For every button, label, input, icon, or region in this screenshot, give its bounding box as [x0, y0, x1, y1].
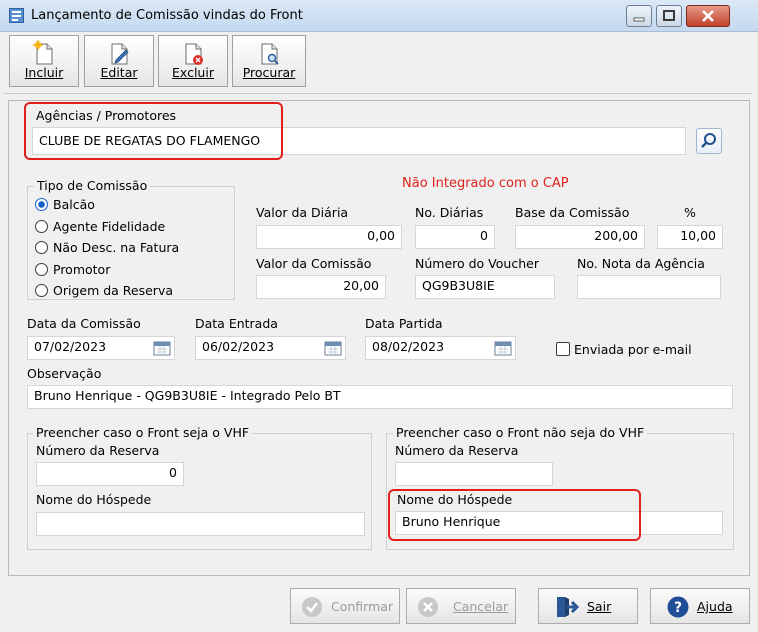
radio-nao-desc-fatura-label: Não Desc. na Fatura: [53, 240, 180, 255]
data-partida-label: Data Partida: [365, 316, 443, 331]
maximize-button[interactable]: [656, 5, 682, 27]
radio-origem-reserva[interactable]: [35, 284, 48, 297]
search-document-icon: [261, 43, 279, 65]
valor-diaria-label: Valor da Diária: [256, 205, 349, 220]
vhf-numero-reserva-label: Número da Reserva: [36, 443, 160, 458]
minimize-icon: [633, 17, 645, 22]
highlight-agencias: [24, 102, 283, 160]
new-document-icon: [33, 40, 53, 65]
radio-promotor-label: Promotor: [53, 262, 111, 277]
app-form-icon: [9, 8, 24, 23]
exit-icon: [557, 597, 579, 617]
confirmar-label: Confirmar: [331, 599, 394, 614]
toolbar-divider: [4, 93, 752, 94]
calendar-icon[interactable]: [494, 340, 512, 356]
radio-promotor[interactable]: [35, 263, 48, 276]
agencias-search-button[interactable]: [696, 128, 722, 154]
base-comissao-input[interactable]: 200,00: [515, 225, 645, 249]
numero-voucher-label: Número do Voucher: [415, 256, 539, 271]
incluir-label: Incluir: [24, 65, 64, 80]
radio-balcao-label: Balcão: [53, 197, 95, 212]
data-entrada-label: Data Entrada: [195, 316, 278, 331]
percent-input[interactable]: 10,00: [657, 225, 723, 249]
observacao-label: Observação: [27, 366, 102, 381]
editar-label: Editar: [100, 65, 138, 80]
sair-label: Sair: [587, 599, 612, 614]
vhf-nome-hospede-label: Nome do Hóspede: [36, 492, 152, 507]
confirmar-button[interactable]: Confirmar: [290, 588, 400, 624]
nota-agencia-input[interactable]: [577, 275, 721, 299]
nao-vhf-group-title: Preencher caso o Front não seja do VHF: [393, 425, 648, 440]
no-diarias-input[interactable]: 0: [415, 225, 495, 249]
tipo-comissao-title: Tipo de Comissão: [34, 178, 151, 193]
search-icon: [701, 133, 716, 148]
editar-button[interactable]: Editar: [84, 35, 154, 87]
excluir-button[interactable]: Excluir: [158, 35, 228, 87]
highlight-nome-hospede: [388, 489, 641, 541]
enviada-email-label: Enviada por e-mail: [574, 342, 692, 357]
nota-agencia-label: No. Nota da Agência: [577, 256, 705, 271]
nao-vhf-numero-reserva-input[interactable]: [395, 462, 553, 486]
radio-origem-reserva-label: Origem da Reserva: [53, 283, 174, 298]
check-circle-icon: [302, 597, 322, 617]
minimize-button[interactable]: [626, 5, 652, 27]
valor-diaria-input[interactable]: 0,00: [256, 225, 402, 249]
procurar-label: Procurar: [242, 65, 296, 80]
edit-document-icon: [111, 43, 129, 65]
cancelar-label: Cancelar: [453, 599, 509, 614]
x-circle-icon: [418, 597, 438, 617]
calendar-icon[interactable]: [153, 340, 171, 356]
data-comissao-label: Data da Comissão: [27, 316, 141, 331]
incluir-button[interactable]: Incluir: [9, 35, 79, 87]
sair-button[interactable]: Sair: [538, 588, 638, 624]
close-icon: [702, 10, 714, 22]
enviada-email-checkbox[interactable]: [556, 342, 570, 356]
valor-comissao-label: Valor da Comissão: [256, 256, 372, 271]
base-comissao-label: Base da Comissão: [515, 205, 630, 220]
radio-nao-desc-fatura[interactable]: [35, 241, 48, 254]
window-title: Lançamento de Comissão vindas do Front: [31, 8, 303, 23]
vhf-numero-reserva-input[interactable]: 0: [36, 462, 184, 486]
no-diarias-label: No. Diárias: [415, 205, 484, 220]
vhf-nome-hospede-input[interactable]: [36, 512, 365, 536]
help-icon: ?: [667, 596, 689, 618]
procurar-button[interactable]: Procurar: [232, 35, 306, 87]
radio-agente-fidelidade[interactable]: [35, 220, 48, 233]
integration-status: Não Integrado com o CAP: [402, 176, 569, 191]
observacao-input[interactable]: Bruno Henrique - QG9B3U8IE - Integrado P…: [27, 385, 733, 409]
delete-document-icon: [185, 43, 203, 65]
ajuda-label: Ajuda: [697, 599, 733, 614]
radio-balcao[interactable]: [35, 198, 48, 211]
ajuda-button[interactable]: ? Ajuda: [650, 588, 750, 624]
valor-comissao-input[interactable]: 20,00: [256, 275, 386, 299]
vhf-group-title: Preencher caso o Front seja o VHF: [33, 425, 253, 440]
radio-agente-fidelidade-label: Agente Fidelidade: [53, 219, 166, 234]
close-button[interactable]: [686, 5, 730, 27]
maximize-icon: [663, 10, 675, 21]
percent-label: %: [684, 205, 696, 220]
nao-vhf-numero-reserva-label: Número da Reserva: [395, 443, 519, 458]
cancelar-button[interactable]: Cancelar: [406, 588, 516, 624]
svg-text:?: ?: [674, 600, 682, 616]
numero-voucher-input[interactable]: QG9B3U8IE: [415, 275, 555, 299]
excluir-label: Excluir: [172, 65, 214, 80]
calendar-icon[interactable]: [324, 340, 342, 356]
